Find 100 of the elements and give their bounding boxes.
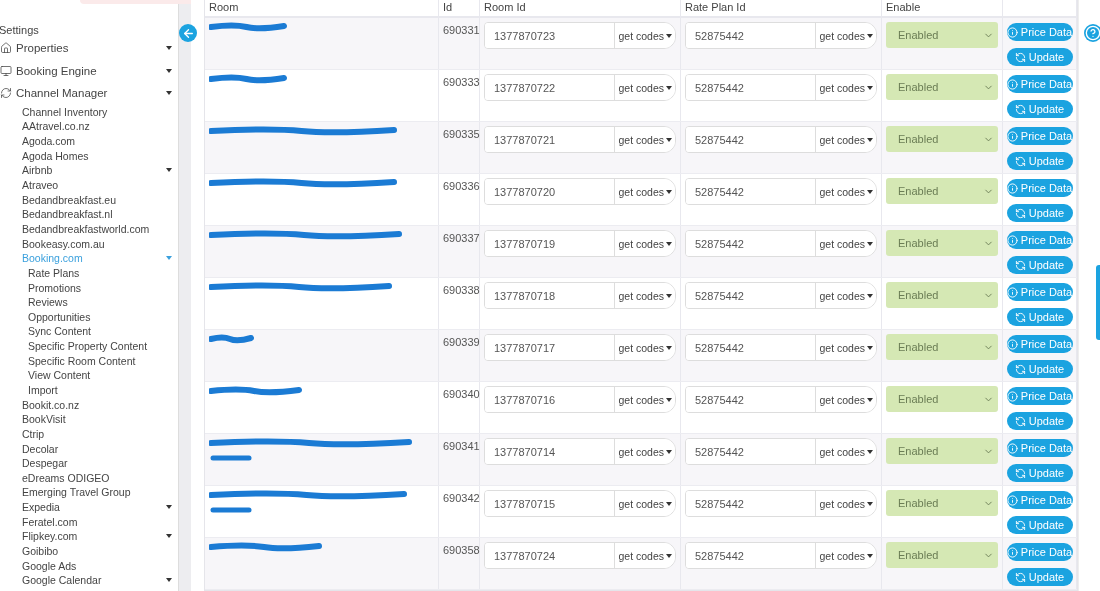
info-icon [1006, 338, 1018, 350]
rate-plan-id-field[interactable]: 52875442 get codes [685, 22, 877, 49]
sidebar-item[interactable]: Import [28, 384, 58, 396]
refresh-icon [1014, 51, 1026, 63]
column-header: Id [443, 1, 453, 13]
room-id-field[interactable]: 1377870716 get codes [484, 386, 676, 413]
room-id-field[interactable]: 1377870715 get codes [484, 490, 676, 517]
sidebar-item[interactable]: Bookeasy.com.au [22, 237, 105, 250]
sidebar-item[interactable]: Specific Room Content [28, 354, 136, 367]
refresh-icon [1014, 259, 1026, 271]
room-id-field[interactable]: 1377870719 get codes [484, 230, 676, 257]
enable-select[interactable]: Enabled [886, 542, 998, 568]
sidebar-item[interactable]: BookVisit [22, 413, 66, 426]
sidebar-item[interactable]: Feratel.com [22, 515, 78, 528]
sidebar-item[interactable]: Bedandbreakfast.nl [22, 208, 113, 221]
sidebar-item[interactable]: Ctrip [22, 427, 45, 440]
info-icon [1006, 390, 1018, 402]
enable-select[interactable]: Enabled [886, 438, 998, 464]
sidebar-item[interactable]: Specific Property Content [28, 340, 148, 353]
sidebar-item[interactable]: Airbnb [22, 164, 53, 177]
column-header: Room Id [484, 1, 526, 13]
sidebar-item[interactable]: Decolar [22, 442, 59, 455]
rate-plan-id-field[interactable]: 52875442 get codes [685, 438, 877, 465]
info-icon [1006, 78, 1018, 90]
column-header: Room [209, 1, 239, 13]
caret-icon[interactable] [166, 68, 172, 73]
sidebar-item[interactable]: Agoda.com [22, 135, 76, 148]
sidebar-item[interactable]: Promotions [28, 281, 82, 294]
sidebar-item[interactable]: Bedandbreakfast.eu [22, 193, 116, 206]
sidebar-item[interactable]: Despegar [22, 457, 68, 470]
refresh-icon [1014, 415, 1026, 427]
refresh-icon [1014, 207, 1026, 219]
sidebar-item[interactable]: Reviews [28, 296, 68, 309]
rate-plan-id-field[interactable]: 52875442 get codes [685, 282, 877, 309]
room-id-field[interactable]: 1377870721 get codes [484, 126, 676, 153]
room-id-field[interactable]: 1377870722 get codes [484, 74, 676, 101]
enable-select[interactable]: Enabled [886, 126, 998, 152]
rate-plan-id-field[interactable]: 52875442 get codes [685, 334, 877, 361]
rate-plan-id-field[interactable]: 52875442 get codes [685, 126, 877, 153]
sidebar-item[interactable]: Expedia [22, 501, 60, 514]
rate-plan-id-field[interactable]: 52875442 get codes [685, 178, 877, 205]
caret-icon[interactable] [166, 534, 172, 539]
caret-icon[interactable] [166, 168, 172, 173]
room-id-field[interactable]: 1377870717 get codes [484, 334, 676, 361]
sidebar-item[interactable]: Emerging Travel Group [22, 486, 131, 499]
info-icon [1006, 234, 1018, 246]
sidebar-item[interactable]: Flipkey.com [22, 530, 78, 543]
help-button[interactable] [1084, 24, 1100, 42]
sidebar-item[interactable]: Properties [0, 42, 69, 55]
rate-plan-id-field[interactable]: 52875442 get codes [685, 542, 877, 569]
refresh-icon [1014, 571, 1026, 583]
help-icon [1085, 25, 1100, 41]
enable-select[interactable]: Enabled [886, 490, 998, 516]
sidebar-item[interactable]: Atraveo [22, 179, 59, 191]
sidebar-item[interactable]: Google Calendar [22, 574, 102, 587]
rate-plan-id-field[interactable]: 52875442 get codes [685, 230, 877, 257]
caret-icon[interactable] [166, 578, 172, 583]
enable-select[interactable]: Enabled [886, 178, 998, 204]
sync-icon [0, 87, 12, 100]
sidebar-item[interactable]: AAtravel.co.nz [22, 120, 90, 133]
sidebar-item[interactable]: Booking Engine [0, 64, 97, 77]
back-button[interactable] [179, 24, 197, 42]
column-header: Rate Plan Id [685, 1, 746, 13]
sidebar-title: Settings [0, 24, 40, 37]
sidebar-item[interactable]: Channel Manager [0, 87, 108, 100]
enable-select[interactable]: Enabled [886, 334, 998, 360]
rate-plan-id-field[interactable]: 52875442 get codes [685, 490, 877, 517]
sidebar-item[interactable]: Channel Inventory [22, 105, 108, 118]
room-id-field[interactable]: 1377870718 get codes [484, 282, 676, 309]
sidebar-item[interactable]: Agoda Homes [22, 149, 89, 162]
room-id-field[interactable]: 1377870720 get codes [484, 178, 676, 205]
info-icon [1006, 442, 1018, 454]
caret-icon[interactable] [166, 46, 172, 51]
sidebar-item[interactable]: Rate Plans [28, 266, 80, 279]
sidebar-item[interactable]: Opportunities [28, 310, 91, 323]
caret-icon[interactable] [166, 505, 172, 510]
rate-plan-id-field[interactable]: 52875442 get codes [685, 74, 877, 101]
sidebar-item[interactable]: View Content [28, 369, 91, 382]
arrow-left-icon [181, 26, 195, 40]
sidebar-item[interactable]: eDreams ODIGEO [22, 471, 110, 484]
sidebar-item[interactable]: Bedandbreakfastworld.com [22, 222, 150, 235]
room-id-field[interactable]: 1377870723 get codes [484, 22, 676, 49]
refresh-icon [1014, 155, 1026, 167]
enable-select[interactable]: Enabled [886, 74, 998, 100]
enable-select[interactable]: Enabled [886, 282, 998, 308]
refresh-icon [1014, 363, 1026, 375]
sidebar-item[interactable]: Google Ads [22, 559, 77, 572]
enable-select[interactable]: Enabled [886, 22, 998, 48]
column-header: Enable [886, 1, 921, 13]
enable-select[interactable]: Enabled [886, 386, 998, 412]
info-icon [1006, 26, 1018, 38]
room-id-field[interactable]: 1377870724 get codes [484, 542, 676, 569]
sidebar-item[interactable]: Bookit.co.nz [22, 398, 80, 411]
room-id-field[interactable]: 1377870714 get codes [484, 438, 676, 465]
sidebar-item[interactable]: Goibibo [22, 545, 59, 558]
rate-plan-id-field[interactable]: 52875442 get codes [685, 386, 877, 413]
sidebar-item[interactable]: Sync Content [28, 325, 92, 338]
caret-icon[interactable] [166, 91, 172, 96]
enable-select[interactable]: Enabled [886, 230, 998, 256]
refresh-icon [1014, 103, 1026, 115]
